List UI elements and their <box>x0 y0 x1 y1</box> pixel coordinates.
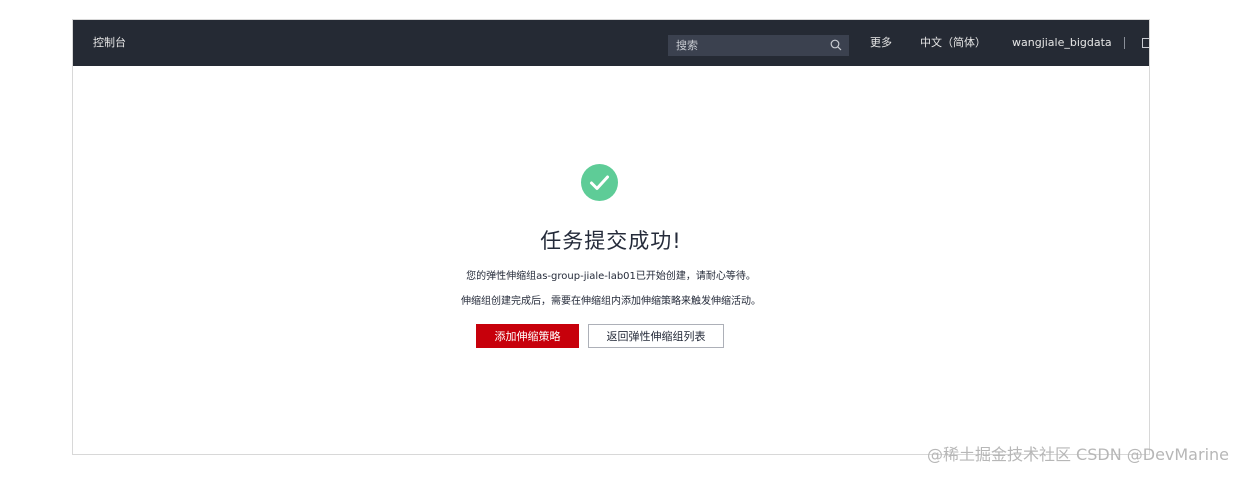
result-title: 任务提交成功! <box>540 229 682 253</box>
add-scaling-policy-button[interactable]: 添加伸缩策略 <box>476 324 579 348</box>
back-to-group-list-button[interactable]: 返回弹性伸缩组列表 <box>588 324 724 348</box>
nav-divider <box>1124 37 1125 49</box>
username-menu[interactable]: wangjiale_bigdata <box>1012 20 1112 66</box>
message-icon[interactable] <box>1142 38 1149 48</box>
watermark: @稀土掘金技术社区 CSDN @DevMarine <box>926 445 1229 464</box>
console-link[interactable]: 控制台 <box>93 20 126 66</box>
result-description-1: 您的弹性伸缩组as-group-jiale-lab01已开始创建，请耐心等待。 <box>466 271 756 282</box>
language-switch[interactable]: 中文（简体） <box>920 20 986 66</box>
success-check-icon <box>581 164 618 201</box>
top-navigation-bar: 控制台 更多 中文（简体） wangjiale_bigdata <box>73 20 1149 66</box>
result-description-2: 伸缩组创建完成后，需要在伸缩组内添加伸缩策略来触发伸缩活动。 <box>461 296 761 307</box>
console-window: 控制台 更多 中文（简体） wangjiale_bigdata 任务提交成功! … <box>72 19 1150 455</box>
search-icon[interactable] <box>830 39 842 51</box>
search-input[interactable] <box>668 35 849 56</box>
more-menu[interactable]: 更多 <box>870 20 892 66</box>
